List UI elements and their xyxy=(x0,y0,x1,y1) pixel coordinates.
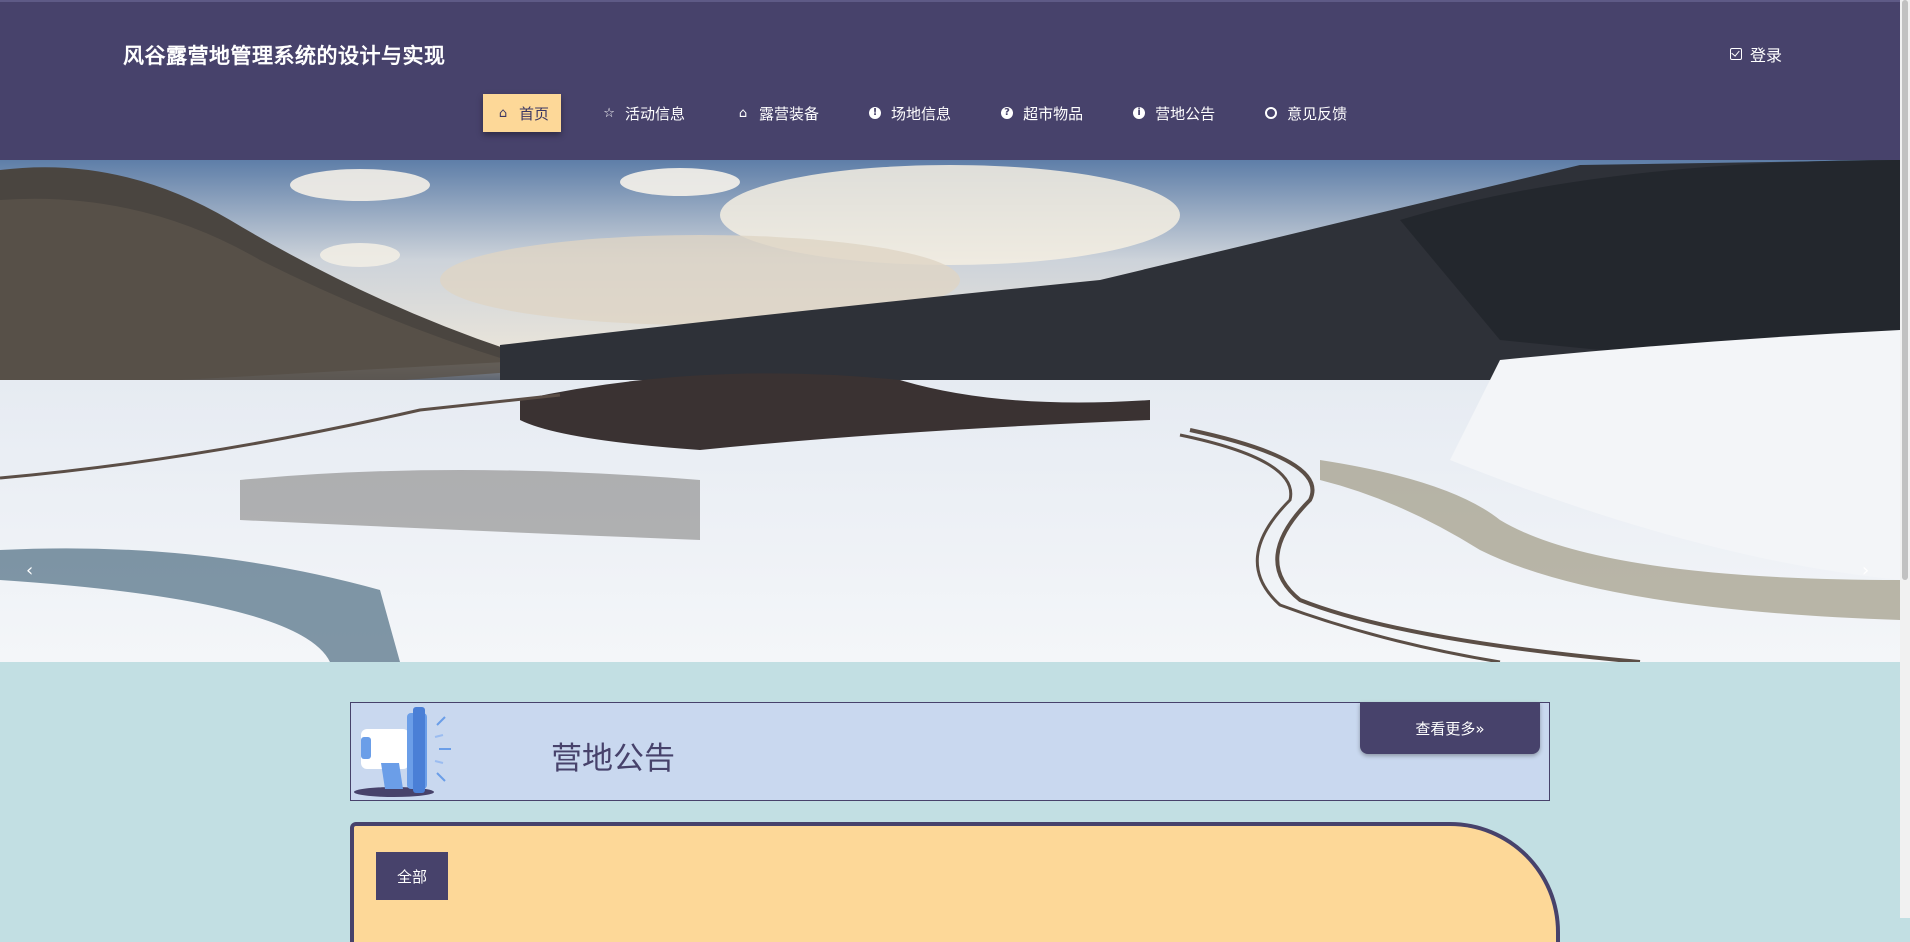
megaphone-icon xyxy=(354,707,451,797)
nav-item-market[interactable]: ? 超市物品 xyxy=(991,94,1093,132)
main-nav: ⌂ 首页 ☆ 活动信息 ⌂ 露营装备 ! 场地信息 ? 超市物品 i 营地公告 … xyxy=(483,94,1387,132)
nav-item-equipment[interactable]: ⌂ 露营装备 xyxy=(725,94,829,132)
question-icon: ? xyxy=(1001,107,1014,119)
login-label: 登录 xyxy=(1750,46,1783,65)
banner-carousel[interactable]: ‹ › xyxy=(0,160,1900,662)
nav-item-label: 超市物品 xyxy=(1023,104,1084,123)
nav-item-label: 活动信息 xyxy=(625,104,686,123)
nav-item-label: 首页 xyxy=(519,104,550,123)
info-icon: i xyxy=(1133,107,1146,119)
nav-item-home[interactable]: ⌂ 首页 xyxy=(483,94,562,132)
bag-icon: ⌂ xyxy=(738,105,748,121)
star-icon: ☆ xyxy=(603,105,615,121)
login-button[interactable]: 登录 xyxy=(1730,42,1782,66)
info-icon: ! xyxy=(869,107,882,119)
notice-panel: 营地公告 查看更多» xyxy=(350,702,1550,801)
snow-landscape-image xyxy=(0,160,1900,662)
nav-item-venue[interactable]: ! 场地信息 xyxy=(859,94,961,132)
nav-item-activity[interactable]: ☆ 活动信息 xyxy=(591,94,695,132)
home-icon: ⌂ xyxy=(498,105,508,121)
nav-item-notice[interactable]: i 营地公告 xyxy=(1123,94,1225,132)
carousel-next-arrow[interactable]: › xyxy=(1862,560,1869,581)
nav-item-feedback[interactable]: 意见反馈 xyxy=(1255,94,1357,132)
site-title: 风谷露营地管理系统的设计与实现 xyxy=(123,44,446,68)
feedback-icon xyxy=(1265,107,1278,119)
nav-item-label: 营地公告 xyxy=(1155,104,1216,123)
top-header: 风谷露营地管理系统的设计与实现 登录 ⌂ 首页 ☆ 活动信息 ⌂ 露营装备 ! … xyxy=(0,0,1900,160)
nav-item-label: 露营装备 xyxy=(759,104,820,123)
nav-item-label: 场地信息 xyxy=(891,104,952,123)
notice-list-panel: 全部 xyxy=(350,822,1560,942)
notice-title: 营地公告 xyxy=(551,741,675,777)
checkbox-icon xyxy=(1730,48,1742,60)
view-more-button[interactable]: 查看更多» xyxy=(1360,702,1540,754)
scrollbar-thumb[interactable] xyxy=(1902,0,1908,580)
nav-item-label: 意见反馈 xyxy=(1287,104,1348,123)
carousel-prev-arrow[interactable]: ‹ xyxy=(26,560,33,581)
tab-all[interactable]: 全部 xyxy=(376,852,448,900)
